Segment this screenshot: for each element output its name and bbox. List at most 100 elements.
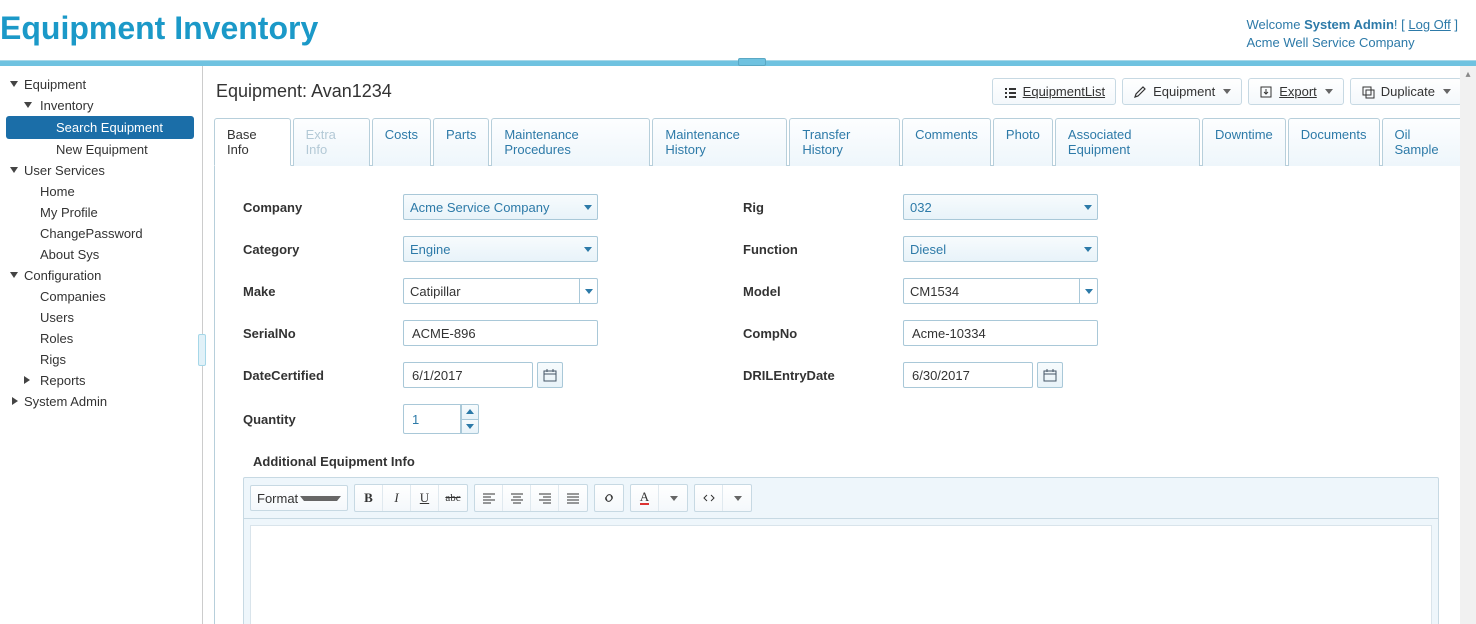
splitter-handle-icon[interactable] [198,334,206,366]
format-dropdown[interactable]: Format [250,485,348,511]
code-button[interactable] [695,485,723,511]
tab-oil-sample[interactable]: Oil Sample [1382,118,1467,166]
align-left-icon [482,492,496,504]
sidebar-item-home[interactable]: Home [6,181,194,202]
logoff-link[interactable]: Log Off [1408,17,1450,32]
make-combo[interactable]: Catipillar [403,278,598,304]
serial-input[interactable] [403,320,598,346]
serial-field[interactable] [410,325,591,342]
tab-base-info[interactable]: Base Info [214,118,291,166]
align-right-button[interactable] [531,485,559,511]
quantity-down-button[interactable] [461,419,479,435]
datecert-field[interactable] [410,367,526,384]
tab-downtime[interactable]: Downtime [1202,118,1286,166]
quantity-field[interactable] [410,411,454,428]
tab-comments[interactable]: Comments [902,118,991,166]
drilentry-field[interactable] [910,367,1026,384]
sidebar-item-search-equipment[interactable]: Search Equipment [6,116,194,139]
sidebar-item-inventory[interactable]: Inventory [6,95,194,116]
scroll-up-icon[interactable]: ▴ [1460,66,1476,82]
strike-button[interactable]: abc [439,485,467,511]
tab-costs[interactable]: Costs [372,118,431,166]
sidebar-item-equipment[interactable]: Equipment [6,74,194,95]
drilentry-cal-button[interactable] [1037,362,1063,388]
main-panel: Equipment: Avan1234 EquipmentList Equipm… [206,66,1476,624]
sidebar-item-users[interactable]: Users [6,307,194,328]
make-value: Catipillar [410,284,579,299]
sidebar-item-about-sys[interactable]: About Sys [6,244,194,265]
sidebar-item-reports[interactable]: Reports [6,370,194,391]
sidebar-item-label: ChangePassword [40,226,143,241]
chevron-down-icon [579,195,597,219]
welcome-prefix: Welcome [1247,17,1305,32]
sidebar-item-changepassword[interactable]: ChangePassword [6,223,194,244]
sidebar-item-label: Search Equipment [56,120,163,135]
tab-strip: Base InfoExtra InfoCostsPartsMaintenance… [214,117,1468,166]
welcome-block: Welcome System Admin! [ Log Off ] Acme W… [1247,16,1458,52]
export-button[interactable]: Export [1248,78,1344,105]
sidebar-item-roles[interactable]: Roles [6,328,194,349]
sidebar-item-system-admin[interactable]: System Admin [6,391,194,412]
datecert-cal-button[interactable] [537,362,563,388]
font-color-dd-button[interactable] [659,485,687,511]
sidebar-item-my-profile[interactable]: My Profile [6,202,194,223]
underline-icon: U [420,490,429,506]
sidebar-item-label: Equipment [24,77,86,92]
align-center-button[interactable] [503,485,531,511]
additional-info-label: Additional Equipment Info [253,454,1439,469]
tab-body: Company Acme Service Company Rig 032 Cat… [214,166,1468,624]
tab-extra-info: Extra Info [293,118,370,166]
duplicate-button[interactable]: Duplicate [1350,78,1462,105]
label-company: Company [243,200,403,215]
datecert-input[interactable] [403,362,533,388]
welcome-company: Acme Well Service Company [1247,34,1458,52]
quantity-up-button[interactable] [461,404,479,419]
export-icon [1259,85,1273,99]
equipment-list-button[interactable]: EquipmentList [992,78,1116,105]
sidebar-item-label: New Equipment [56,142,148,157]
bold-button[interactable]: B [355,485,383,511]
rig-select[interactable]: 032 [903,194,1098,220]
underline-button[interactable]: U [411,485,439,511]
font-color-button[interactable]: A [631,485,659,511]
quantity-stepper[interactable] [403,404,623,434]
tab-maintenance-history[interactable]: Maintenance History [652,118,787,166]
chevron-up-icon [466,409,474,414]
chevron-down-icon [579,279,597,303]
tab-transfer-history[interactable]: Transfer History [789,118,900,166]
align-left-button[interactable] [475,485,503,511]
tab-maintenance-procedures[interactable]: Maintenance Procedures [491,118,650,166]
rich-text-editor: Format B I U abc [243,477,1439,624]
duplicate-icon [1361,85,1375,99]
sidebar-item-configuration[interactable]: Configuration [6,265,194,286]
equipment-button[interactable]: Equipment [1122,78,1242,105]
italic-button[interactable]: I [383,485,411,511]
company-value: Acme Service Company [410,200,579,215]
welcome-user: System Admin [1304,17,1394,32]
company-select[interactable]: Acme Service Company [403,194,598,220]
tab-parts[interactable]: Parts [433,118,489,166]
link-button[interactable] [595,485,623,511]
category-select[interactable]: Engine [403,236,598,262]
tab-associated-equipment[interactable]: Associated Equipment [1055,118,1200,166]
drilentry-input[interactable] [903,362,1033,388]
rig-value: 032 [910,200,1079,215]
align-justify-button[interactable] [559,485,587,511]
sidebar-item-rigs[interactable]: Rigs [6,349,194,370]
sidebar-item-new-equipment[interactable]: New Equipment [6,139,194,160]
code-dd-button[interactable] [723,485,751,511]
chevron-down-icon [466,424,474,429]
tab-photo[interactable]: Photo [993,118,1053,166]
compno-input[interactable] [903,320,1098,346]
editor-textarea[interactable] [250,525,1432,624]
scrollbar[interactable]: ▴ [1460,66,1476,624]
tab-documents[interactable]: Documents [1288,118,1380,166]
sidebar-item-companies[interactable]: Companies [6,286,194,307]
label-category: Category [243,242,403,257]
model-combo[interactable]: CM1534 [903,278,1098,304]
sidebar-item-user-services[interactable]: User Services [6,160,194,181]
chevron-down-icon [1325,89,1333,94]
compno-field[interactable] [910,325,1091,342]
function-select[interactable]: Diesel [903,236,1098,262]
font-color-icon: A [640,492,649,505]
